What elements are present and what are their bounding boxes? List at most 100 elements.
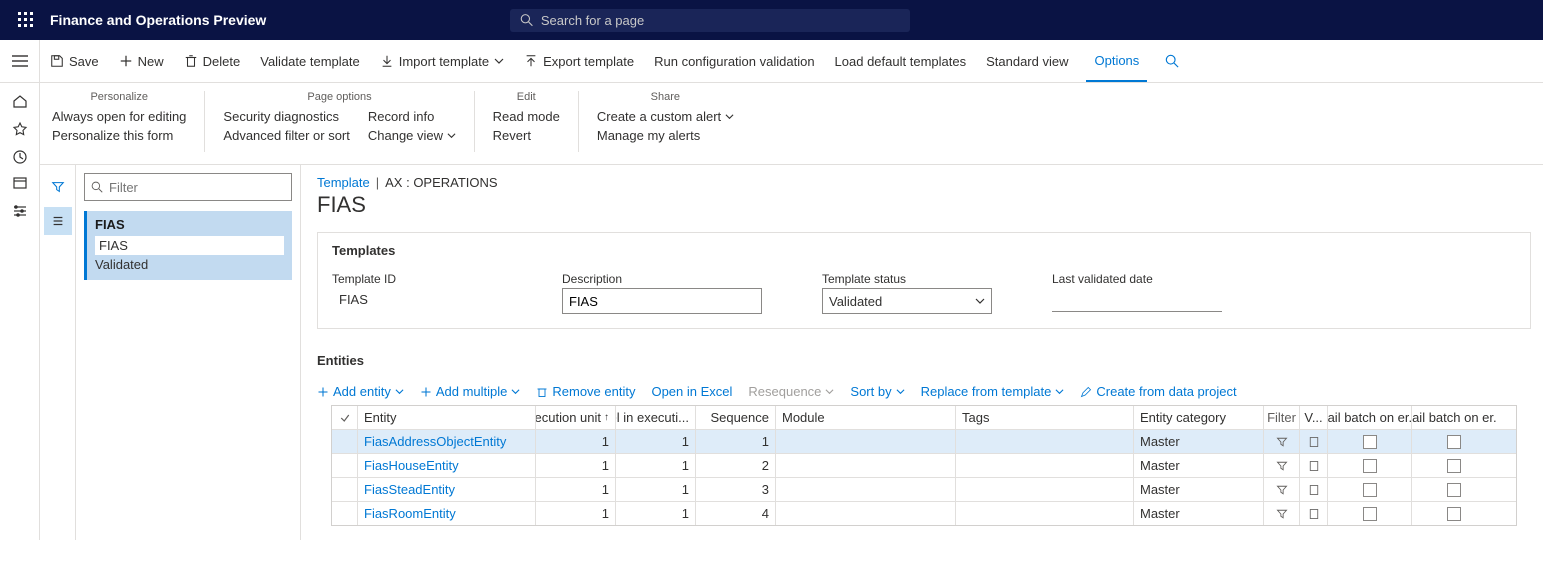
module-cell [776,454,956,477]
fail2-checkbox[interactable] [1412,502,1496,525]
row-view-button[interactable] [1300,502,1328,525]
validate-template-button[interactable]: Validate template [258,50,362,73]
find-button[interactable] [1163,50,1181,72]
panel-icon[interactable] [12,175,28,191]
entity-link[interactable]: FiasSteadEntity [358,478,536,501]
description-input[interactable] [562,288,762,314]
col-level[interactable]: Level in executi... [616,406,696,429]
remove-entity-button[interactable]: Remove entity [536,384,635,399]
replace-from-template-button[interactable]: Replace from template [921,384,1065,399]
hamburger-icon[interactable] [0,40,40,82]
last-validated-date-field: Last validated date [1052,272,1222,314]
fail2-checkbox[interactable] [1412,478,1496,501]
ribbon-group-edit: Edit [493,91,560,103]
table-row[interactable]: FiasHouseEntity112Master [332,454,1516,478]
clock-icon[interactable] [12,149,28,165]
advanced-filter-link[interactable]: Advanced filter or sort [223,128,349,143]
app-launcher-icon[interactable] [10,12,42,28]
col-sequence[interactable]: Sequence [696,406,776,429]
col-category[interactable]: Entity category [1134,406,1264,429]
add-multiple-button[interactable]: Add multiple [420,384,521,399]
fail1-checkbox[interactable] [1328,430,1412,453]
manage-alerts-link[interactable]: Manage my alerts [597,128,734,143]
list-pane-toggle[interactable] [44,207,72,235]
fail1-checkbox[interactable] [1328,478,1412,501]
exec-unit-cell: 1 [536,502,616,525]
home-icon[interactable] [12,93,28,109]
chevron-down-icon [975,296,985,306]
row-filter-button[interactable] [1264,502,1300,525]
row-filter-button[interactable] [1264,478,1300,501]
run-config-validation-button[interactable]: Run configuration validation [652,50,816,73]
fail1-checkbox[interactable] [1328,454,1412,477]
last-validated-date-value[interactable] [1052,288,1222,312]
read-mode-link[interactable]: Read mode [493,109,560,124]
pencil-icon [1080,386,1092,398]
template-status-select[interactable]: Validated [822,288,992,314]
star-icon[interactable] [12,121,28,137]
col-fail2[interactable]: Fail batch on er... [1412,406,1496,429]
col-select-all[interactable] [332,406,358,429]
global-search[interactable] [510,9,910,32]
row-view-button[interactable] [1300,478,1328,501]
row-filter-button[interactable] [1264,430,1300,453]
create-custom-alert-link[interactable]: Create a custom alert [597,109,734,124]
resequence-button[interactable]: Resequence [748,384,834,399]
col-module[interactable]: Module [776,406,956,429]
security-diagnostics-link[interactable]: Security diagnostics [223,109,349,124]
templates-header: Templates [318,233,1530,268]
template-id-value[interactable]: FIAS [332,288,502,311]
table-row[interactable]: FiasAddressObjectEntity111Master [332,430,1516,454]
row-filter-button[interactable] [1264,454,1300,477]
row-selector[interactable] [332,502,358,525]
table-row[interactable]: FiasRoomEntity114Master [332,502,1516,525]
settings-list-icon[interactable] [12,203,28,219]
always-open-editing-link[interactable]: Always open for editing [52,109,186,124]
fail2-checkbox[interactable] [1412,454,1496,477]
col-tags[interactable]: Tags [956,406,1134,429]
template-id-field: Template ID FIAS [332,272,502,314]
fail2-checkbox[interactable] [1412,430,1496,453]
entity-link[interactable]: FiasAddressObjectEntity [358,430,536,453]
search-icon [520,13,533,27]
row-view-button[interactable] [1300,454,1328,477]
row-view-button[interactable] [1300,430,1328,453]
revert-link[interactable]: Revert [493,128,560,143]
row-selector[interactable] [332,478,358,501]
breadcrumb-template-link[interactable]: Template [317,175,370,190]
row-selector[interactable] [332,454,358,477]
entity-link[interactable]: FiasRoomEntity [358,502,536,525]
side-filter-input[interactable] [84,173,292,201]
add-entity-button[interactable]: Add entity [317,384,404,399]
row-selector[interactable] [332,430,358,453]
personalize-form-link[interactable]: Personalize this form [52,128,186,143]
col-entity[interactable]: Entity [358,406,536,429]
global-search-input[interactable] [541,13,900,28]
options-tab[interactable]: Options [1086,40,1147,82]
col-fail1[interactable]: Fail batch on er... [1328,406,1412,429]
sequence-cell: 3 [696,478,776,501]
change-view-link[interactable]: Change view [368,128,456,143]
ribbon-group-page-options: Page options [223,91,455,103]
import-template-button[interactable]: Import template [378,50,506,73]
filter-pane-toggle[interactable] [44,173,72,201]
col-filter[interactable]: Filter [1264,406,1300,429]
record-info-link[interactable]: Record info [368,109,456,124]
export-template-button[interactable]: Export template [522,50,636,73]
delete-button[interactable]: Delete [182,50,243,73]
open-in-excel-button[interactable]: Open in Excel [651,384,732,399]
col-execution-unit[interactable]: Execution unit↑ [536,406,616,429]
save-button[interactable]: Save [48,50,101,73]
sort-by-button[interactable]: Sort by [850,384,904,399]
fail1-checkbox[interactable] [1328,502,1412,525]
standard-view-button[interactable]: Standard view [984,50,1070,73]
exec-unit-cell: 1 [536,454,616,477]
col-v[interactable]: V... [1300,406,1328,429]
side-card[interactable]: FIAS FIAS Validated [84,211,292,280]
new-button[interactable]: New [117,50,166,73]
create-from-data-project-button[interactable]: Create from data project [1080,384,1236,399]
entity-link[interactable]: FiasHouseEntity [358,454,536,477]
table-row[interactable]: FiasSteadEntity113Master [332,478,1516,502]
chevron-down-icon [896,387,905,396]
load-default-templates-button[interactable]: Load default templates [833,50,969,73]
